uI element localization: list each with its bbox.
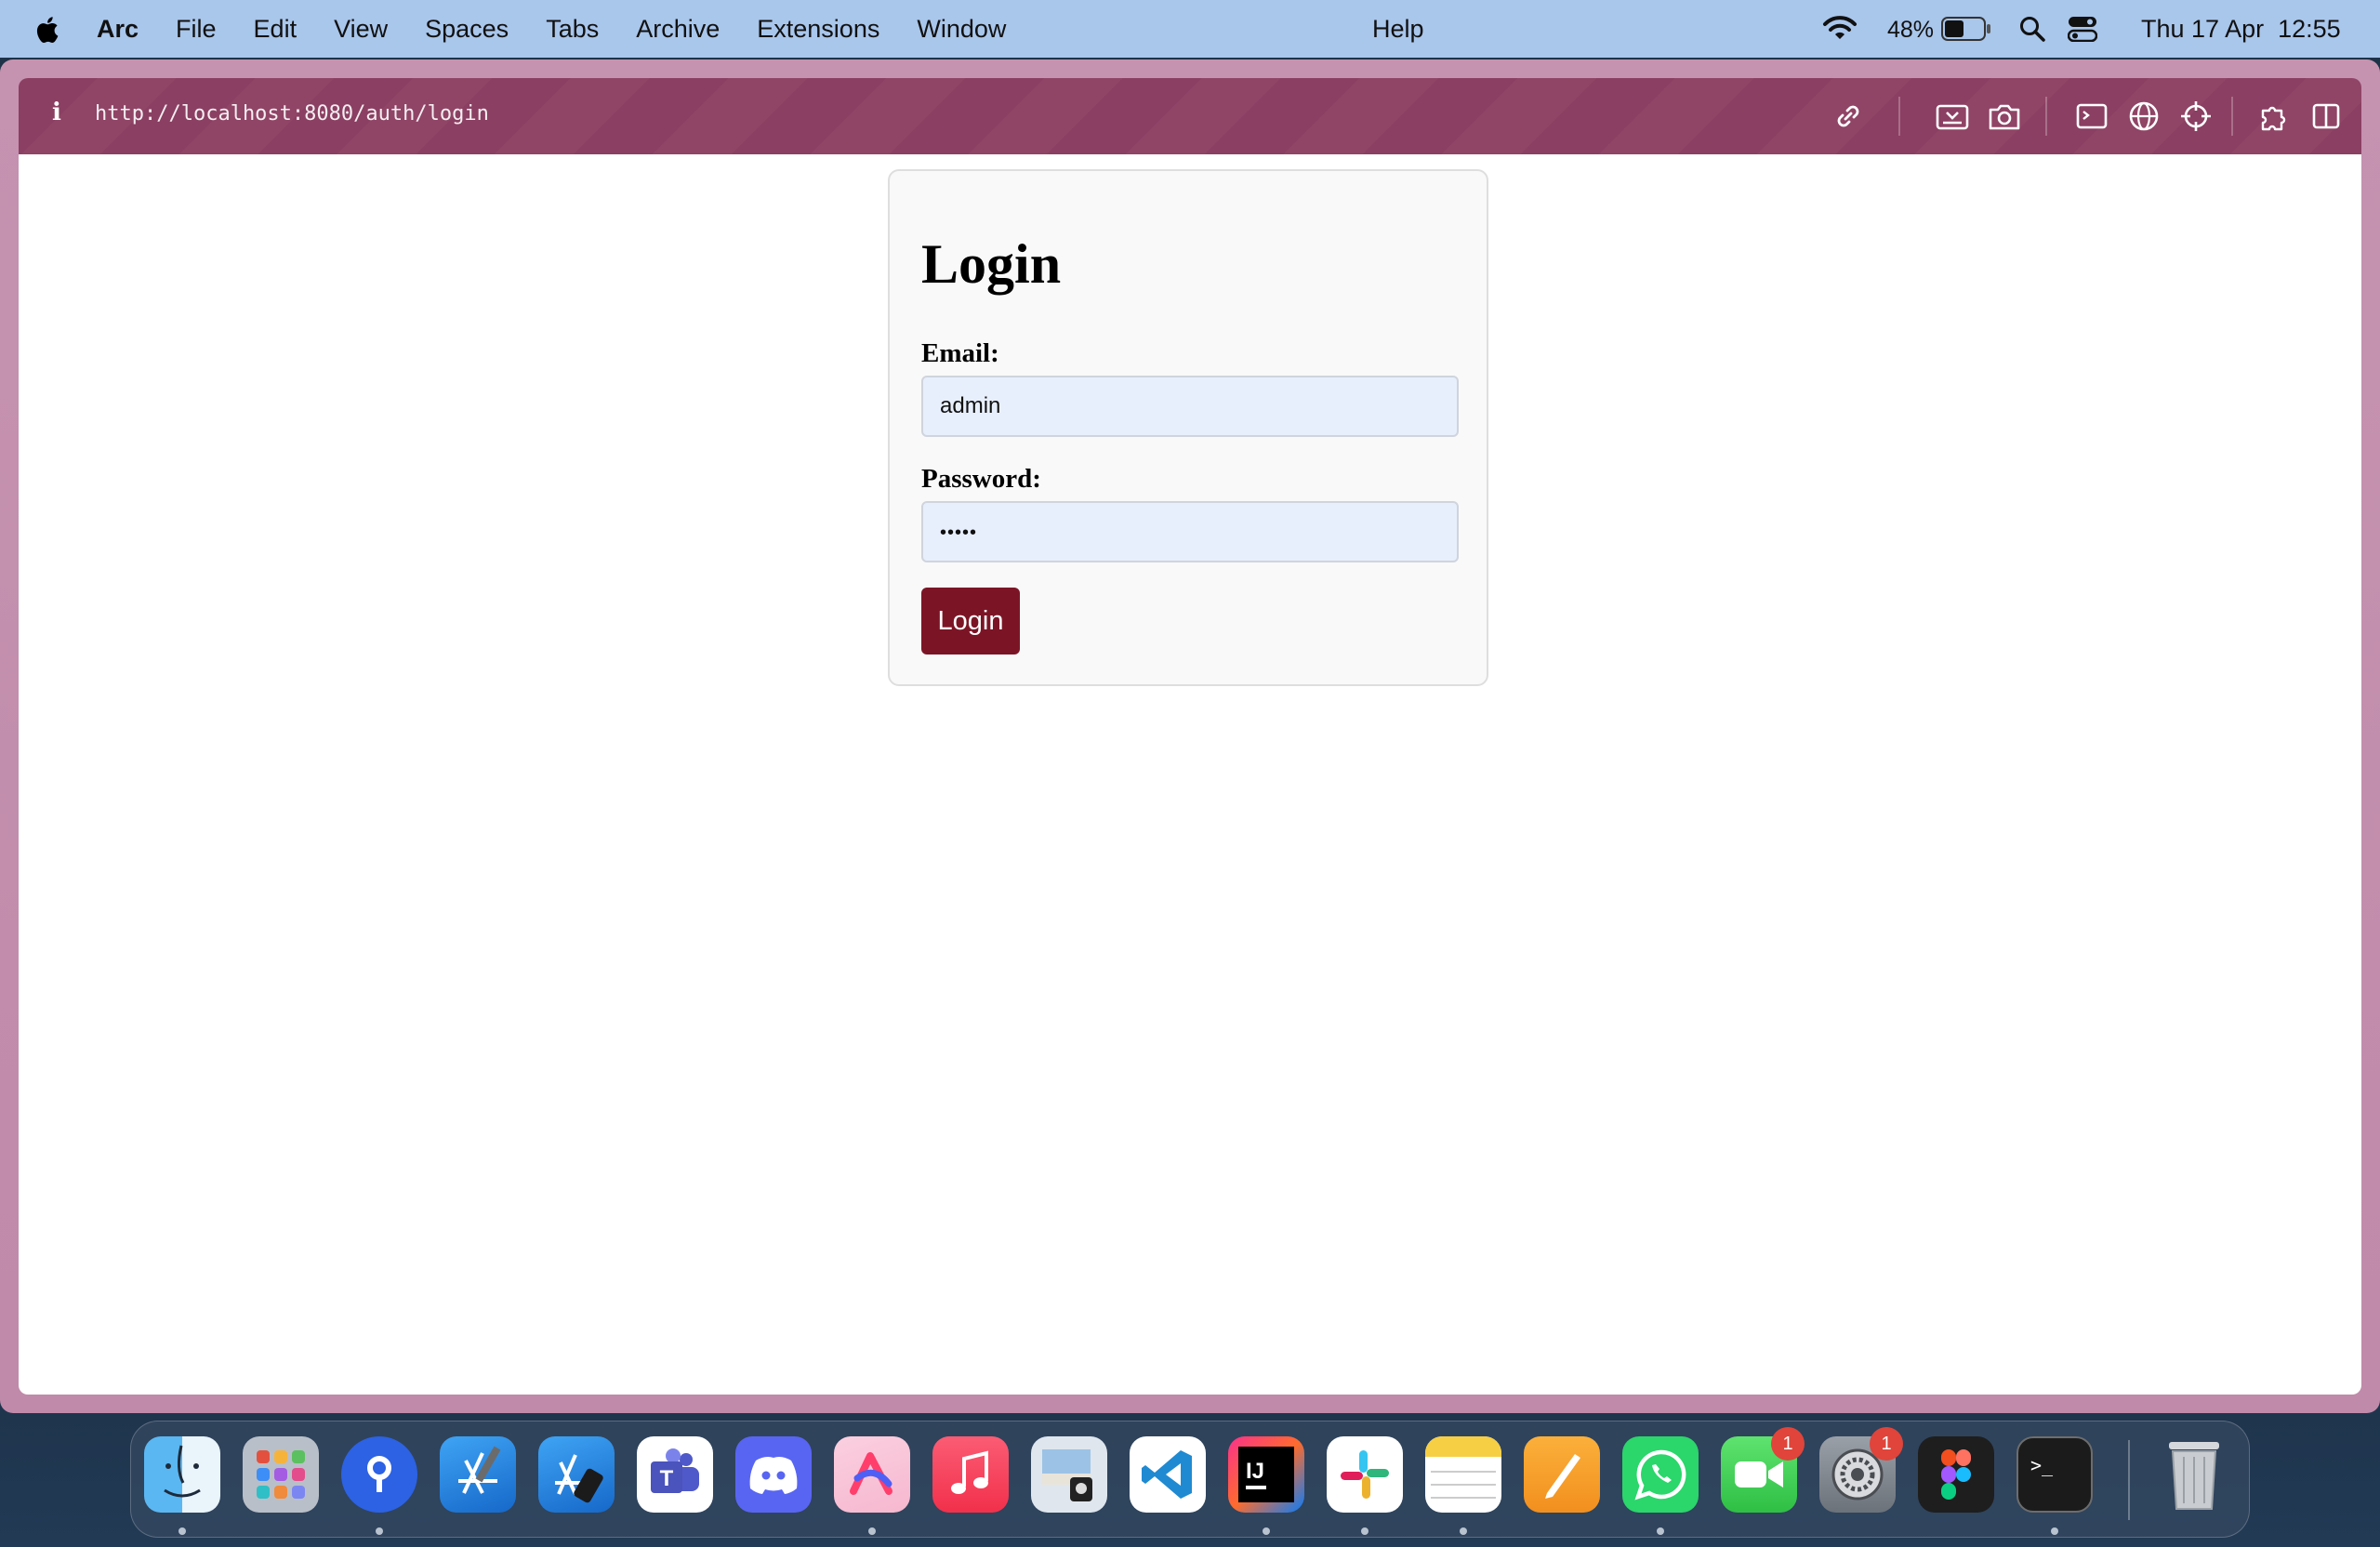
intellij-icon[interactable]: IJ bbox=[1228, 1436, 1304, 1513]
terminal-icon[interactable]: >_ bbox=[2016, 1436, 2093, 1513]
console-icon[interactable] bbox=[2073, 98, 2110, 135]
menu-archive[interactable]: Archive bbox=[636, 15, 720, 44]
status-area: 48% Thu 17 Apr 12:55 bbox=[1822, 0, 2380, 58]
trash-icon[interactable] bbox=[2156, 1436, 2232, 1513]
password-field[interactable]: ••••• bbox=[921, 501, 1459, 562]
xcode-icon[interactable] bbox=[440, 1436, 516, 1513]
menu-extensions[interactable]: Extensions bbox=[757, 15, 879, 44]
preview-icon[interactable] bbox=[1031, 1436, 1107, 1513]
vscode-icon[interactable] bbox=[1130, 1436, 1206, 1513]
running-indicator bbox=[1263, 1527, 1270, 1535]
login-card: Login Email: admin Password: ••••• Login bbox=[888, 169, 1488, 686]
dock-separator bbox=[2128, 1440, 2130, 1520]
pages-icon[interactable] bbox=[1524, 1436, 1600, 1513]
web-content: Login Email: admin Password: ••••• Login bbox=[19, 154, 2361, 1395]
menu-spaces[interactable]: Spaces bbox=[425, 15, 509, 44]
email-value: admin bbox=[940, 393, 1001, 418]
email-label: Email: bbox=[921, 338, 999, 368]
globe-icon[interactable] bbox=[2125, 98, 2162, 135]
menu-items: Arc File Edit View Spaces Tabs Archive E… bbox=[97, 0, 1043, 58]
running-indicator bbox=[1657, 1527, 1664, 1535]
svg-text:>_: >_ bbox=[2030, 1454, 2054, 1476]
running-indicator bbox=[1460, 1527, 1467, 1535]
running-indicator bbox=[868, 1527, 876, 1535]
menu-window[interactable]: Window bbox=[917, 15, 1006, 44]
svg-text:T: T bbox=[660, 1466, 674, 1491]
email-field[interactable]: admin bbox=[921, 376, 1459, 437]
toolbar-separator bbox=[2231, 97, 2233, 136]
music-icon[interactable] bbox=[932, 1436, 1009, 1513]
menu-tabs[interactable]: Tabs bbox=[546, 15, 599, 44]
url-bar[interactable]: http://localhost:8080/auth/login bbox=[95, 102, 489, 126]
menu-edit[interactable]: Edit bbox=[254, 15, 298, 44]
camera-icon[interactable] bbox=[1986, 98, 2023, 135]
password-label: Password: bbox=[921, 464, 1041, 494]
notes-icon[interactable] bbox=[1425, 1436, 1501, 1513]
simulator-icon[interactable] bbox=[538, 1436, 615, 1513]
browser-toolbar: i http://localhost:8080/auth/login bbox=[19, 78, 2361, 154]
battery-icon[interactable] bbox=[1941, 17, 1991, 41]
extensions-icon[interactable] bbox=[2255, 98, 2293, 135]
login-title: Login bbox=[921, 233, 1062, 295]
capture-icon[interactable] bbox=[1934, 98, 1971, 135]
menu-help[interactable]: Help bbox=[1372, 15, 1424, 44]
toolbar-separator bbox=[1898, 97, 1900, 136]
battery-percent: 48% bbox=[1887, 17, 1935, 43]
toolbar-separator bbox=[2045, 97, 2047, 136]
wifi-icon[interactable] bbox=[1822, 16, 1858, 42]
clock[interactable]: Thu 17 Apr 12:55 bbox=[2141, 15, 2341, 44]
crosshair-icon[interactable] bbox=[2177, 98, 2215, 135]
menu-bar: Arc File Edit View Spaces Tabs Archive E… bbox=[0, 0, 2380, 58]
launchpad-icon[interactable] bbox=[243, 1436, 319, 1513]
facetime-icon[interactable]: 1 bbox=[1721, 1427, 1805, 1513]
slack-icon[interactable] bbox=[1327, 1436, 1403, 1513]
figma-icon[interactable] bbox=[1918, 1436, 1994, 1513]
notification-badge: 1 bbox=[1870, 1427, 1903, 1461]
running-indicator bbox=[178, 1527, 186, 1535]
settings-icon[interactable]: 1 bbox=[1819, 1427, 1903, 1513]
menu-app-arc[interactable]: Arc bbox=[97, 15, 139, 44]
split-view-icon[interactable] bbox=[2307, 98, 2345, 135]
finder-icon[interactable] bbox=[144, 1436, 220, 1513]
running-indicator bbox=[376, 1527, 383, 1535]
site-info-icon[interactable]: i bbox=[52, 99, 61, 126]
teams-icon[interactable]: T bbox=[637, 1436, 713, 1513]
discord-icon[interactable] bbox=[735, 1436, 812, 1513]
menu-view[interactable]: View bbox=[334, 15, 388, 44]
dock: T IJ 1 1 >_ bbox=[130, 1421, 2250, 1538]
menu-file[interactable]: File bbox=[176, 15, 217, 44]
running-indicator bbox=[2051, 1527, 2058, 1535]
spotlight-search-icon[interactable] bbox=[2019, 16, 2045, 42]
password-value: ••••• bbox=[940, 522, 978, 543]
svg-text:IJ: IJ bbox=[1246, 1459, 1264, 1484]
notification-badge: 1 bbox=[1771, 1427, 1805, 1461]
arc-icon[interactable] bbox=[834, 1436, 910, 1513]
login-button[interactable]: Login bbox=[921, 588, 1020, 654]
control-center-icon[interactable] bbox=[2068, 16, 2097, 42]
link-icon[interactable] bbox=[1830, 98, 1867, 135]
running-indicator bbox=[1361, 1527, 1368, 1535]
apple-icon[interactable] bbox=[32, 13, 65, 46]
pass-icon[interactable] bbox=[341, 1436, 417, 1513]
browser-window: i http://localhost:8080/auth/login Login… bbox=[0, 60, 2380, 1413]
whatsapp-icon[interactable] bbox=[1622, 1436, 1699, 1513]
